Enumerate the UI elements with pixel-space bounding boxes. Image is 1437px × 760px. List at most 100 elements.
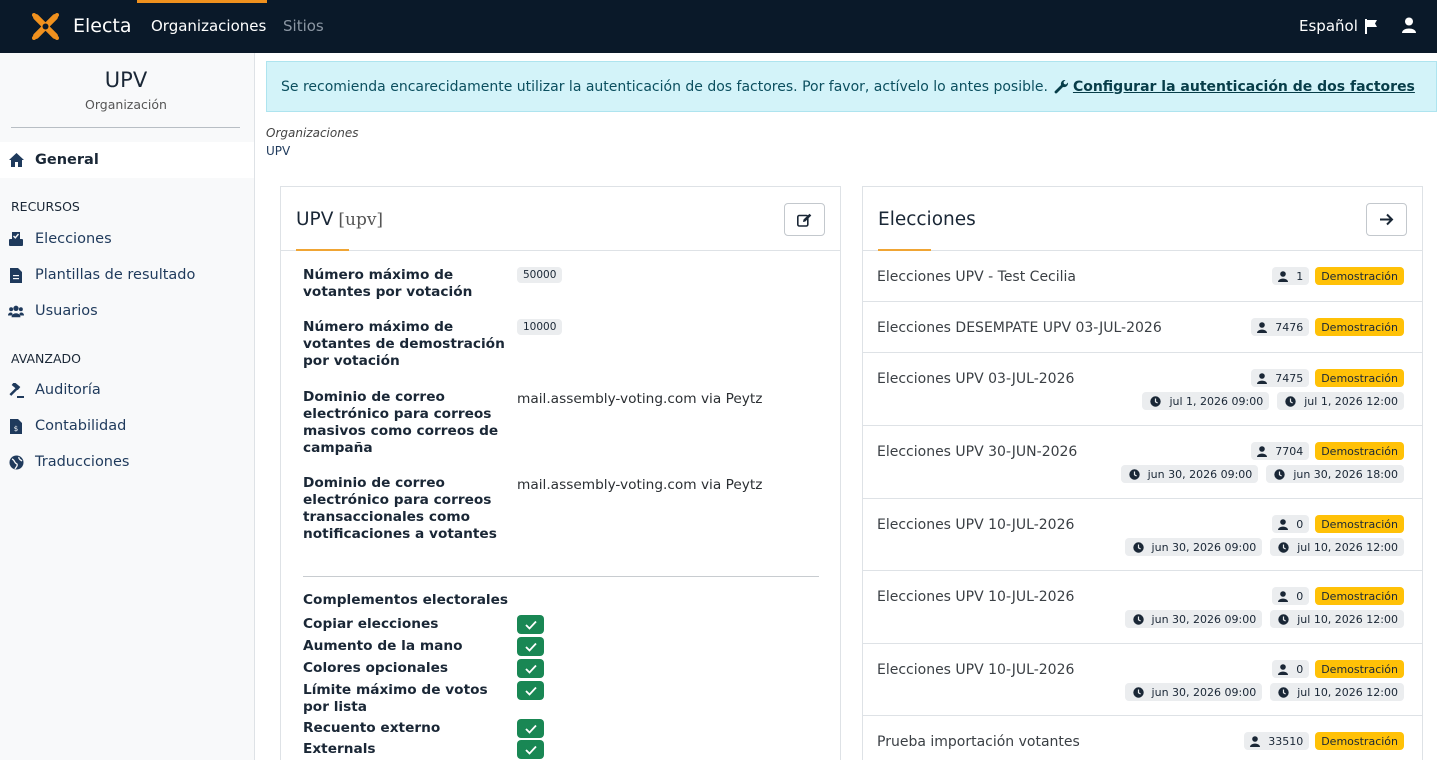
election-dates: jun 30, 2026 09:00 jul 10, 2026 12:00 xyxy=(1124,683,1404,701)
wrench-icon xyxy=(1054,79,1068,94)
elections-card: Elecciones Elecciones UPV - Test Cecilia… xyxy=(862,186,1423,760)
person-icon xyxy=(1278,518,1289,530)
demo-badge: Demostración xyxy=(1315,318,1404,336)
prop-label-bulk-mail-domain: Dominio de correo electrónico para corre… xyxy=(303,389,499,456)
configure-2fa-link[interactable]: Configurar la autenticación de dos facto… xyxy=(1054,79,1415,95)
election-name: Elecciones DESEMPATE UPV 03-JUL-2026 xyxy=(877,320,1162,336)
election-dates: jun 30, 2026 09:00 jun 30, 2026 18:00 xyxy=(1120,465,1404,483)
nav-sites[interactable]: Sitios xyxy=(283,17,324,35)
check-icon xyxy=(517,615,544,634)
election-badges: 33510 Demostración xyxy=(1244,732,1404,750)
person-icon xyxy=(1278,663,1289,675)
plugin-label: Recuento externo xyxy=(303,720,441,736)
title-underline xyxy=(296,249,349,251)
prop-value-max-voters: 50000 xyxy=(517,267,563,283)
start-date-badge: jun 30, 2026 09:00 xyxy=(1124,683,1263,701)
sidebar-item-traducciones[interactable]: Traducciones xyxy=(0,444,254,480)
ballot-box-icon xyxy=(8,231,24,247)
clock-icon xyxy=(1278,541,1289,553)
demo-badge: Demostración xyxy=(1315,732,1404,750)
voter-count: 7704 xyxy=(1275,444,1304,458)
org-title: UPV xyxy=(296,209,334,230)
clock-icon xyxy=(1278,613,1289,625)
view-all-elections-button[interactable] xyxy=(1366,203,1407,236)
prop-label-max-voters: Número máximo de votantes por votación xyxy=(303,267,473,300)
start-date-badge: jul 1, 2026 09:00 xyxy=(1142,392,1270,410)
election-name: Elecciones UPV 30-JUN-2026 xyxy=(877,444,1078,460)
end-date-badge: jul 10, 2026 12:00 xyxy=(1270,610,1404,628)
election-badges: 1 Demostración xyxy=(1272,267,1404,285)
nav-organizations[interactable]: Organizaciones xyxy=(151,17,266,35)
election-badges: 0 Demostración xyxy=(1272,515,1404,533)
two-factor-alert: Se recomienda encarecidamente utilizar l… xyxy=(266,61,1437,112)
start-date: jun 30, 2026 09:00 xyxy=(1151,685,1257,699)
voter-count-badge: 0 xyxy=(1272,515,1310,533)
sidebar-item-plantillas[interactable]: Plantillas de resultado xyxy=(0,257,254,293)
election-row[interactable]: Elecciones DESEMPATE UPV 03-JUL-2026 7476… xyxy=(863,302,1422,353)
election-badges: 0 Demostración xyxy=(1272,660,1404,678)
invoice-icon: $ xyxy=(8,418,24,434)
sidebar-item-label: General xyxy=(35,152,99,168)
configure-2fa-link-label: Configurar la autenticación de dos facto… xyxy=(1072,78,1415,95)
election-row[interactable]: Elecciones UPV 30-JUN-2026 7704 Demostraci… xyxy=(863,426,1422,499)
voter-count-badge: 1 xyxy=(1272,267,1310,285)
top-navbar: Electa Organizaciones Sitios Español xyxy=(0,0,1437,53)
election-row[interactable]: Elecciones UPV 03-JUL-2026 7475 Demostraci… xyxy=(863,353,1422,426)
user-menu-icon[interactable] xyxy=(1402,17,1416,33)
person-icon xyxy=(1257,321,1268,333)
prop-value-transactional-mail-domain: mail.assembly-voting.com via Peytz xyxy=(517,477,763,493)
start-date-badge: jun 30, 2026 09:00 xyxy=(1124,538,1263,556)
edit-button[interactable] xyxy=(784,203,825,236)
brand-name[interactable]: Electa xyxy=(73,15,132,37)
sidebar: UPV Organización General RECURSOS Elecci… xyxy=(0,53,255,760)
card-header: Elecciones xyxy=(863,187,1422,251)
voter-count: 7476 xyxy=(1275,320,1304,334)
file-icon xyxy=(8,267,24,283)
globe-icon xyxy=(8,454,24,470)
demo-badge: Demostración xyxy=(1315,660,1404,678)
clock-icon xyxy=(1132,541,1144,553)
sidebar-item-label: Auditoría xyxy=(35,382,101,398)
start-date-badge: jun 30, 2026 09:00 xyxy=(1120,465,1259,483)
start-date: jul 1, 2026 09:00 xyxy=(1169,394,1264,408)
election-row[interactable]: Elecciones UPV 10-JUL-2026 0 Demostración j… xyxy=(863,571,1422,644)
election-dates: jun 30, 2026 09:00 jul 10, 2026 12:00 xyxy=(1124,610,1404,628)
voter-count-badge: 7704 xyxy=(1251,442,1310,460)
sidebar-item-elecciones[interactable]: Elecciones xyxy=(0,221,254,257)
election-row[interactable]: Prueba importación votantes 33510 Demostra… xyxy=(863,716,1422,760)
breadcrumb-current: UPV xyxy=(266,144,291,158)
voter-count: 33510 xyxy=(1268,734,1304,748)
start-date: jun 30, 2026 09:00 xyxy=(1151,612,1257,626)
election-badges: 7475 Demostración xyxy=(1251,369,1404,387)
section-heading-recursos: RECURSOS xyxy=(11,199,80,214)
sidebar-item-contabilidad[interactable]: $ Contabilidad xyxy=(0,408,254,444)
election-name: Elecciones UPV 03-JUL-2026 xyxy=(877,371,1075,387)
demo-badge: Demostración xyxy=(1315,442,1404,460)
breadcrumb-organizations[interactable]: Organizaciones xyxy=(266,126,358,140)
plugin-label: Colores opcionales xyxy=(303,660,449,676)
election-row[interactable]: Elecciones UPV 10-JUL-2026 0 Demostración j… xyxy=(863,644,1422,716)
clock-icon xyxy=(1132,686,1144,698)
sidebar-item-label: Contabilidad xyxy=(35,418,127,434)
start-date: jun 30, 2026 09:00 xyxy=(1147,467,1253,481)
sidebar-item-usuarios[interactable]: Usuarios xyxy=(0,293,254,329)
voter-count: 0 xyxy=(1296,589,1304,603)
gavel-icon xyxy=(8,382,24,398)
sidebar-item-general[interactable]: General xyxy=(0,142,254,178)
voter-count-badge: 0 xyxy=(1272,660,1310,678)
election-row[interactable]: Elecciones UPV - Test Cecilia 1 Demostraci… xyxy=(863,251,1422,302)
electa-logo-icon[interactable] xyxy=(30,11,61,42)
sidebar-item-auditoria[interactable]: Auditoría xyxy=(0,372,254,408)
voter-count: 0 xyxy=(1296,662,1304,676)
sidebar-item-label: Elecciones xyxy=(35,231,112,247)
org-name: UPV xyxy=(104,68,148,92)
start-date: jun 30, 2026 09:00 xyxy=(1151,540,1257,554)
check-icon xyxy=(517,719,544,738)
election-dates: jul 1, 2026 09:00 jul 1, 2026 12:00 xyxy=(1142,392,1404,410)
flag-icon xyxy=(1364,18,1377,34)
end-date: jul 10, 2026 12:00 xyxy=(1297,612,1398,626)
language-selector[interactable]: Español xyxy=(1299,17,1378,35)
election-row[interactable]: Elecciones UPV 10-JUL-2026 0 Demostración j… xyxy=(863,499,1422,571)
end-date: jul 10, 2026 12:00 xyxy=(1297,540,1398,554)
demo-badge: Demostración xyxy=(1315,267,1404,285)
